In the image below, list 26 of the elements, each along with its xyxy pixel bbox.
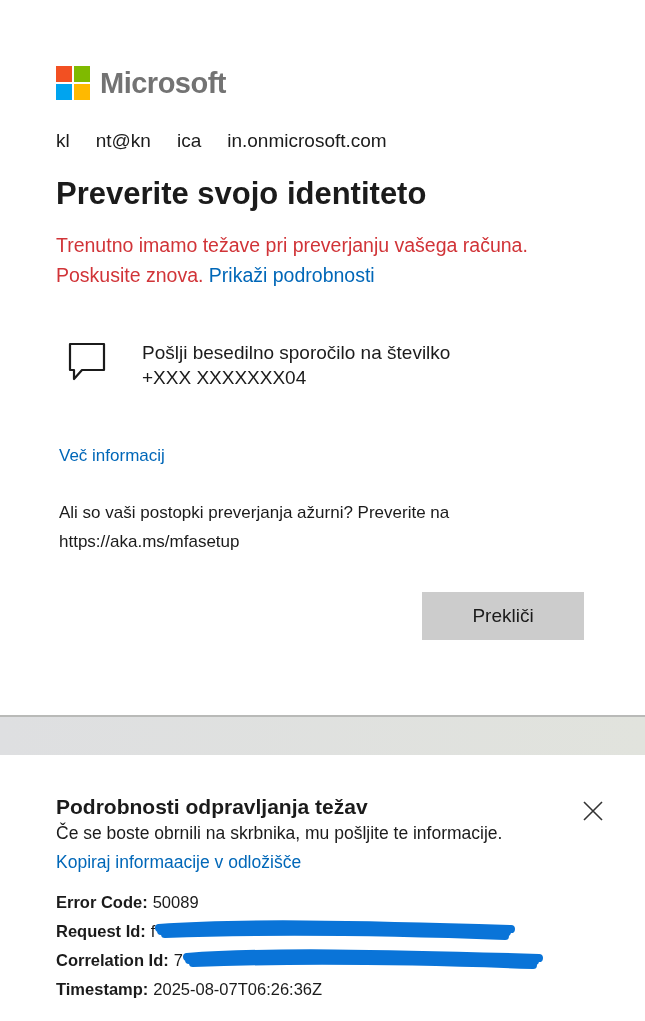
cancel-button[interactable]: Prekliči	[422, 592, 584, 640]
field-label: Correlation Id:	[56, 951, 169, 970]
logo-icon	[56, 66, 90, 100]
error-message: Trenutno imamo težave pri preverjanju vašega računa. Poskusite znova. Prikaži podrobnosti	[56, 233, 529, 288]
account-email: kl	[56, 130, 70, 152]
show-details-link[interactable]: Prikaži podrobnosti	[208, 264, 375, 286]
field-value: 2025-08-07T06:26:36Z	[153, 980, 323, 999]
field-value: 50089	[152, 893, 199, 912]
copy-link[interactable]: Kopiraj informaacije v odložišče	[56, 852, 603, 873]
field-label: Error Code:	[56, 893, 148, 912]
logo-text: Microsoft	[100, 66, 226, 100]
close-icon[interactable]	[583, 801, 603, 821]
field-value: f	[150, 922, 156, 941]
account-email: in.onmicrosoft.com	[227, 130, 387, 152]
message-icon	[68, 342, 106, 382]
page-title: Preverite svojo identiteto	[56, 176, 428, 212]
more-info-link[interactable]: Več informacij	[59, 446, 589, 466]
account-email: nt@kn	[95, 130, 151, 152]
account-email: ica	[176, 130, 202, 152]
field-label: Timestamp:	[56, 980, 149, 999]
notice-text: Ali so vaši postopki preverjanja ažurni? Preverite na https://aka.ms/mfasetup	[59, 502, 451, 553]
field-value: 7	[173, 951, 183, 970]
field-label: Request Id:	[56, 922, 146, 941]
details-title: Podrobnosti odpravljanja težav	[56, 795, 369, 819]
sms-option[interactable]: Pošlji besedilno sporočilo na številko +XXX XXXXXXX04	[68, 342, 589, 390]
details-subtitle: Če se boste obrnili na skrbnika, mu pošljite te informacije.	[56, 823, 503, 844]
